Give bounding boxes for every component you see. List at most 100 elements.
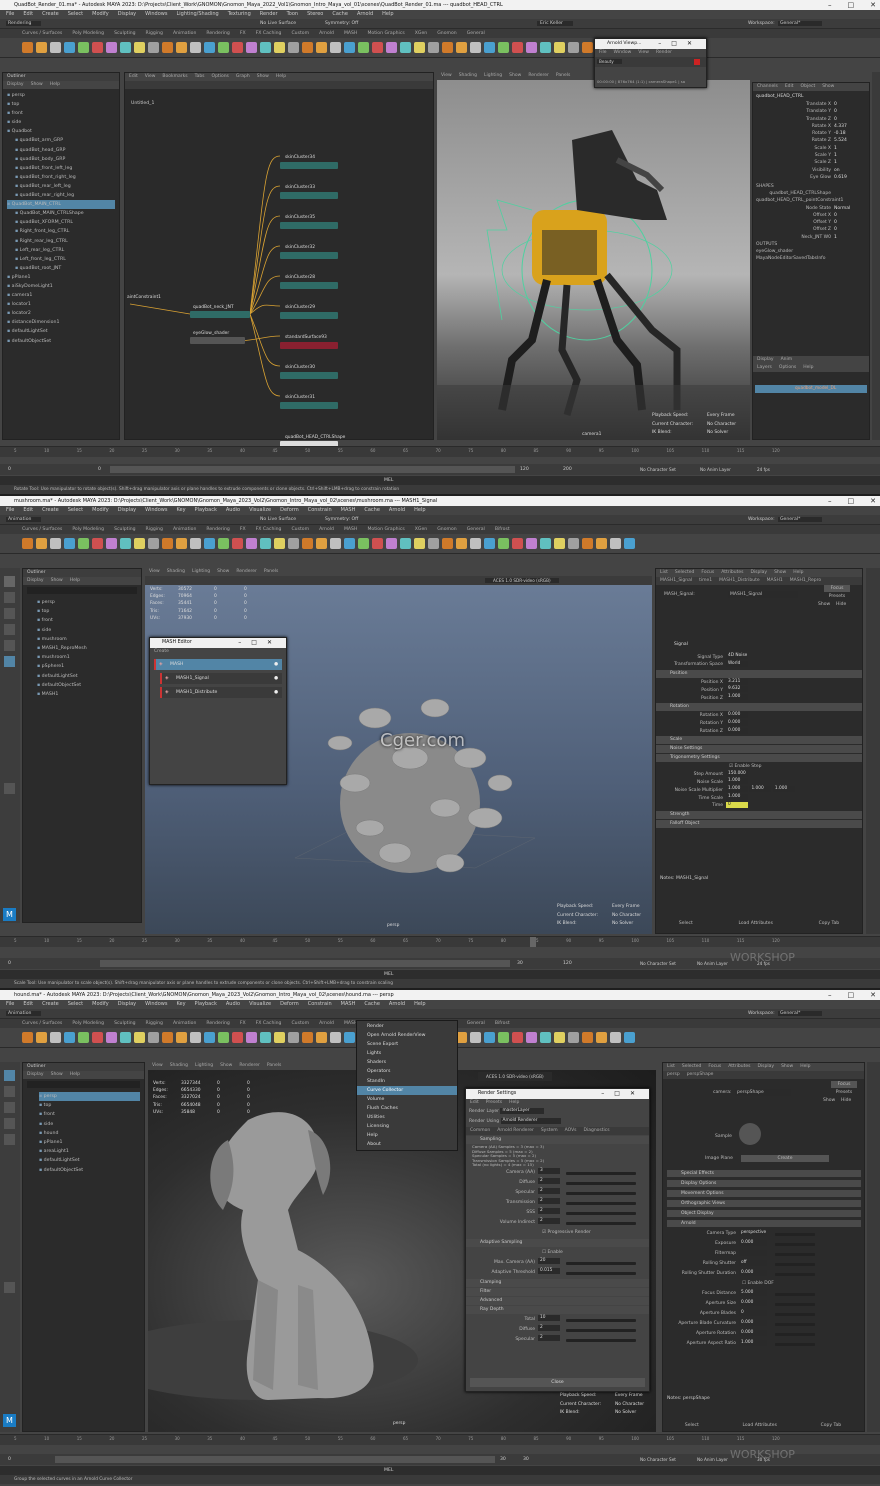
ae-row-field[interactable]: 0: [726, 801, 748, 808]
shelf-tab[interactable]: Arnold: [319, 29, 334, 38]
outliner-menu-item[interactable]: Display: [27, 577, 44, 585]
node-editor-menu-item[interactable]: Graph: [236, 73, 250, 81]
node-editor-menu-item[interactable]: Show: [257, 73, 269, 81]
ae-button[interactable]: Load Attributes: [742, 1423, 776, 1428]
channel-row[interactable]: Scale X1: [756, 145, 868, 152]
menuset-dropdown[interactable]: Animation: [6, 517, 42, 522]
outliner-item[interactable]: ▪ aiSkyDomeLight1: [7, 282, 115, 291]
presets-button[interactable]: Presets: [831, 1089, 857, 1096]
anim-layer[interactable]: No Anim Layer: [700, 467, 731, 472]
shelf-tool-icon[interactable]: [162, 42, 173, 53]
outliner-item-label[interactable]: Left_front_leg_CTRL: [20, 257, 66, 262]
outliner-item[interactable]: ▪ quadBot_rear_right_leg: [7, 191, 115, 200]
enable-step-checkbox[interactable]: ☑ Enable Step: [729, 764, 761, 769]
shelf-tool-icon[interactable]: [148, 42, 159, 53]
window-controls-icon[interactable]: –□✕: [658, 39, 702, 49]
arnold-menu-item[interactable]: Shaders: [357, 1058, 457, 1067]
shelf-tool-icon[interactable]: [498, 42, 509, 53]
outliner-item-label[interactable]: mushroom: [42, 637, 67, 642]
graph-node[interactable]: [280, 372, 338, 379]
menu-item[interactable]: Display: [118, 1000, 136, 1009]
outliner-item[interactable]: ▪ distanceDimension1: [7, 318, 115, 327]
command-line[interactable]: MEL: [0, 970, 880, 979]
ae-section[interactable]: Position: [656, 669, 862, 678]
range-start[interactable]: 0: [8, 961, 11, 966]
render-settings-menu-item[interactable]: Help: [509, 1099, 519, 1107]
outliner-item-label[interactable]: defaultLightSet: [44, 1158, 80, 1163]
menu-item[interactable]: Edit: [23, 1000, 33, 1009]
close-button[interactable]: Close: [470, 1378, 645, 1387]
node-editor-menu-item[interactable]: Help: [276, 73, 286, 81]
menu-item[interactable]: Cache: [364, 506, 380, 515]
shelf-tool-icon[interactable]: [92, 1032, 103, 1043]
menu-item[interactable]: File: [6, 506, 14, 515]
range-end[interactable]: 30: [523, 1457, 529, 1462]
ae-tab[interactable]: MASH1: [767, 577, 783, 585]
ae-row-field[interactable]: 0.000: [739, 1329, 767, 1336]
shelf-tool-icon[interactable]: [456, 538, 467, 549]
channel-value[interactable]: 0: [834, 102, 837, 107]
outliner-item-label[interactable]: pPlane1: [12, 275, 31, 280]
shelf-tool-icon[interactable]: [568, 538, 579, 549]
shelf-tool-icon[interactable]: [274, 1032, 285, 1043]
scale-tool-icon[interactable]: [4, 656, 15, 667]
shelf-tool-icon[interactable]: [162, 538, 173, 549]
ae-menu-item[interactable]: Attributes: [721, 569, 743, 577]
shelf-tab[interactable]: Curves / Surfaces: [22, 1019, 62, 1028]
shelf-tool-icon[interactable]: [78, 1032, 89, 1043]
ae-row-slider[interactable]: [775, 1263, 815, 1266]
shelf-tool-icon[interactable]: [554, 1032, 565, 1043]
shelf-tab[interactable]: Arnold: [319, 525, 334, 534]
ae-row-field[interactable]: 1.000: [772, 786, 795, 793]
menu-item[interactable]: Constrain: [308, 506, 332, 515]
shelf-tool-icon[interactable]: [512, 1032, 523, 1043]
viewport-menu-item[interactable]: View: [441, 72, 452, 80]
layer-menu-item[interactable]: Layers: [757, 364, 772, 372]
mash-node-row[interactable]: ◈ MASH1_Distribute ●: [160, 687, 282, 698]
shelf-tool-icon[interactable]: [260, 42, 271, 53]
shelf-tool-icon[interactable]: [512, 42, 523, 53]
graph-node[interactable]: [280, 252, 338, 259]
shelf-tool-icon[interactable]: [274, 538, 285, 549]
graph-node[interactable]: [280, 342, 338, 349]
arnold-menu-item[interactable]: Render: [357, 1022, 457, 1031]
adaptive-sampling-section[interactable]: Adaptive Sampling: [466, 1238, 649, 1247]
menu-item[interactable]: Select: [68, 10, 83, 19]
outliner-search[interactable]: [27, 587, 137, 594]
range-start[interactable]: 0: [8, 467, 11, 472]
channel-row[interactable]: Neck_JNT W0 1: [756, 234, 868, 241]
shelf-tool-icon[interactable]: [134, 538, 145, 549]
range-start-inner[interactable]: 0: [98, 467, 101, 472]
channel-value[interactable]: 1: [834, 160, 837, 165]
channel-value[interactable]: -0.18: [834, 131, 846, 136]
shelf-tab[interactable]: General: [467, 525, 485, 534]
minimize-icon[interactable]: –: [828, 990, 832, 1000]
render-setting-field[interactable]: 10: [538, 1315, 560, 1322]
menu-item[interactable]: Create: [42, 506, 59, 515]
arnold-view-menu-item[interactable]: Window: [614, 49, 632, 57]
ae-row-field[interactable]: 1.000: [739, 1339, 767, 1346]
range-end[interactable]: 120: [563, 961, 572, 966]
arnold-menu-item[interactable]: About: [357, 1140, 457, 1149]
shelf-tab[interactable]: Rendering: [206, 29, 229, 38]
shelf-tab[interactable]: Animation: [173, 29, 196, 38]
shelf-tool-icon[interactable]: [50, 42, 61, 53]
menu-item[interactable]: Edit: [23, 10, 33, 19]
viewport-menu-item[interactable]: Show: [509, 72, 521, 80]
arnold-menu-item[interactable]: Utilities: [357, 1113, 457, 1122]
display-layer-row[interactable]: quadbot_model_DL: [755, 385, 867, 393]
outliner-item-label[interactable]: defaultObjectSet: [44, 1168, 83, 1173]
output-node[interactable]: MayaNodeEditorSavedTabsInfo: [756, 255, 826, 262]
shelf-tool-icon[interactable]: [526, 1032, 537, 1043]
minimize-icon[interactable]: –: [828, 496, 832, 506]
command-language[interactable]: MEL: [384, 972, 393, 977]
ae-menu-item[interactable]: Show: [781, 1063, 793, 1071]
shelf-tool-icon[interactable]: [414, 538, 425, 549]
shelf-tool-icon[interactable]: [246, 538, 257, 549]
outliner-item-label[interactable]: quadBot_XFORM_CTRL: [20, 220, 73, 225]
shelf-tool-icon[interactable]: [232, 42, 243, 53]
outliner-item-label[interactable]: Left_rear_leg_CTRL: [20, 248, 65, 253]
menu-item[interactable]: Deform: [280, 506, 299, 515]
menu-item[interactable]: Arnold: [389, 1000, 405, 1009]
channel-row[interactable]: quadbot_HEAD_CTRL_pointConstraint1: [756, 197, 868, 204]
